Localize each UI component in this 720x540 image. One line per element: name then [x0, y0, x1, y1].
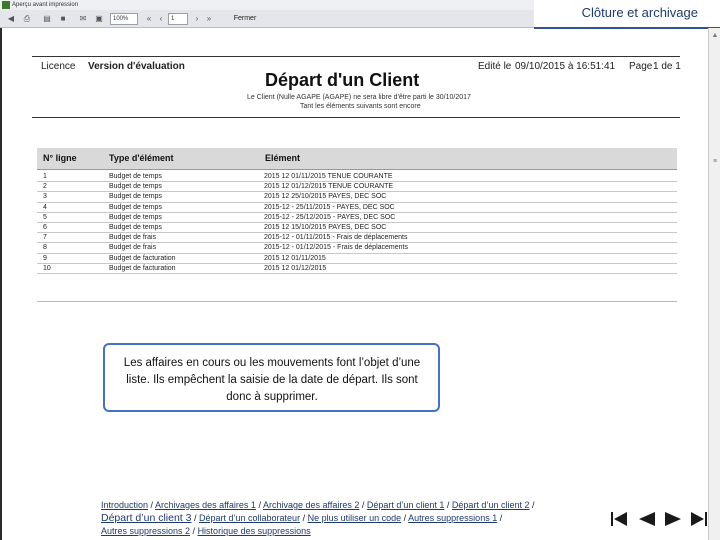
vertical-scrollbar[interactable]: ▲ ≡	[708, 28, 720, 540]
table-row: 9 Budget de facturation 2015 12 01/11/2015	[37, 254, 677, 264]
row-type: Budget de frais	[109, 234, 157, 242]
link-depart-client-1[interactable]: Départ d’un client 1	[367, 500, 445, 510]
row-number: 8	[43, 244, 47, 252]
tutorial-navigation-links: Introduction / Archivages des affaires 1…	[101, 500, 535, 536]
row-element: 2015 12 01/11/2015 TENUE COURANTE	[264, 173, 393, 180]
first-page-button-icon[interactable]: «	[144, 13, 154, 25]
skip-last-icon[interactable]	[690, 511, 708, 527]
row-number: 1	[43, 173, 47, 180]
zoom-select[interactable]: 100%	[110, 13, 138, 25]
row-type: Budget de temps	[109, 213, 162, 221]
link-depart-collaborateur[interactable]: Départ d’un collaborateur	[199, 513, 300, 523]
table-body: 1 Budget de temps 2015 12 01/11/2015 TENUE…	[37, 172, 677, 274]
page-value: 1 de 1	[653, 61, 681, 72]
row-type: Budget de temps	[109, 193, 162, 201]
row-number: 3	[43, 193, 47, 201]
table-header: N° ligne Type d'élément Elément	[37, 148, 677, 170]
row-number: 9	[43, 254, 47, 262]
row-element: 2015-12 - 25/11/2015 - PAYES, DEC SOC	[264, 203, 395, 211]
preview-window-title-bar: Aperçu avant impression	[0, 0, 534, 10]
previous-icon[interactable]	[638, 511, 656, 527]
row-number: 5	[43, 213, 47, 221]
row-element: 2015 12 25/10/2015 PAYES, DEC SOC	[264, 193, 387, 201]
link-ne-plus-utiliser-code[interactable]: Ne plus utiliser un code	[308, 513, 402, 523]
previous-page-button-icon[interactable]: ‹	[156, 13, 166, 25]
slide: Aperçu avant impression ◀ ⎙ ▤ ■ ✉ ▣ 100%…	[0, 0, 720, 540]
preview-window-title: Aperçu avant impression	[12, 2, 79, 8]
table-row: 3 Budget de temps 2015 12 25/10/2015 PAYES…	[37, 192, 677, 203]
column-header-element-type: Type d'élément	[109, 153, 174, 163]
column-header-line-number: N° ligne	[43, 153, 77, 163]
row-element: 2015 12 01/12/2015 TENUE COURANTE	[264, 183, 394, 191]
table-bottom-rule	[37, 301, 677, 302]
image-icon[interactable]: ▣	[92, 13, 106, 25]
page-number-input[interactable]: 1	[168, 13, 188, 25]
license-value: Version d'évaluation	[88, 61, 185, 72]
table-row: 6 Budget de temps 2015 12 15/10/2015 PAYES…	[37, 223, 677, 234]
slide-navigation	[610, 511, 710, 527]
row-type: Budget de temps	[109, 223, 162, 231]
link-historique-suppressions[interactable]: Historique des suppressions	[198, 526, 311, 536]
table-row: 8 Budget de frais 2015-12 - 01/12/2015 - F…	[37, 243, 677, 254]
report-title: Départ d'un Client	[265, 70, 420, 90]
table-row: 10 Budget de facturation 2015 12 01/12/201…	[37, 264, 677, 274]
link-archivage-affaires-2[interactable]: Archivage des affaires 2	[263, 500, 359, 510]
row-number: 10	[43, 264, 51, 272]
link-depart-client-3[interactable]: Départ d’un client 3	[101, 512, 191, 524]
row-number: 4	[43, 203, 47, 211]
edited-value: 09/10/2015 à 16:51:41	[515, 61, 616, 72]
section-title: Clôture et archivage	[581, 5, 698, 20]
callout-text: Les affaires en cours ou les mouvements …	[123, 357, 421, 403]
preview-toolbar: ◀ ⎙ ▤ ■ ✉ ▣ 100% « ‹ 1 › » Fermer	[0, 10, 534, 28]
page-header-rule	[32, 117, 680, 118]
row-number: 7	[43, 234, 47, 242]
scroll-thumb-icon[interactable]: ≡	[711, 158, 719, 166]
report-subtitle-line2: Tant les éléments suivants sont encore	[300, 103, 421, 110]
row-element: 2015-12 - 25/12/2015 - PAYES, DEC SOC	[264, 213, 396, 221]
row-type: Budget de temps	[109, 183, 162, 191]
table-row: 5 Budget de temps 2015-12 - 25/12/2015 - P…	[37, 213, 677, 223]
row-element: 2015 12 15/10/2015 PAYES, DEC SOC	[264, 223, 387, 231]
report-subtitle-line1: Le Client (Nulle AGAPE (AGAPE) ne sera l…	[247, 94, 471, 101]
link-introduction[interactable]: Introduction	[101, 500, 148, 510]
export-icon[interactable]: ▤	[40, 13, 54, 25]
table-row: 1 Budget de temps 2015 12 01/11/2015 TENUE…	[37, 172, 677, 183]
column-header-element: Elément	[265, 153, 301, 163]
row-number: 6	[43, 223, 47, 231]
table-row: 7 Budget de frais 2015-12 - 01/11/2015 - F…	[37, 233, 677, 244]
license-label: Licence	[41, 61, 76, 72]
table-row: 4 Budget de temps 2015-12 - 25/11/2015 - P…	[37, 203, 677, 213]
print-icon[interactable]: ⎙	[20, 13, 34, 25]
row-number: 2	[43, 183, 47, 191]
scroll-up-icon[interactable]: ▲	[711, 32, 719, 40]
skip-first-icon[interactable]	[610, 511, 628, 527]
next-icon[interactable]	[664, 511, 682, 527]
pdf-icon[interactable]: ■	[56, 13, 70, 25]
link-depart-client-2[interactable]: Départ d’un client 2	[452, 500, 530, 510]
page-label: Page	[629, 61, 653, 72]
link-autres-suppressions-1[interactable]: Autres suppressions 1	[408, 513, 497, 523]
row-element: 2015-12 - 01/11/2015 - Frais de déplacem…	[264, 234, 408, 242]
row-type: Budget de temps	[109, 173, 162, 180]
row-element: 2015-12 - 01/12/2015 - Frais de déplacem…	[264, 244, 408, 252]
table-row: 2 Budget de temps 2015 12 01/12/2015 TENUE…	[37, 182, 677, 193]
explanation-callout: Les affaires en cours ou les mouvements …	[103, 343, 440, 412]
mail-icon[interactable]: ✉	[76, 13, 90, 25]
row-type: Budget de frais	[109, 244, 157, 252]
link-autres-suppressions-2[interactable]: Autres suppressions 2	[101, 526, 190, 536]
row-element: 2015 12 01/11/2015	[264, 254, 326, 262]
close-preview-button[interactable]: Fermer	[230, 13, 260, 25]
next-page-button-icon[interactable]: ›	[192, 13, 202, 25]
app-icon	[2, 1, 10, 9]
row-type: Budget de facturation	[109, 254, 176, 262]
edited-label: Edité le	[478, 61, 512, 72]
first-page-icon[interactable]: ◀	[4, 13, 18, 25]
row-type: Budget de temps	[109, 203, 162, 211]
page-top-rule	[32, 56, 680, 57]
last-page-button-icon[interactable]: »	[204, 13, 214, 25]
link-archivages-affaires-1[interactable]: Archivages des affaires 1	[155, 500, 256, 510]
row-element: 2015 12 01/12/2015	[264, 264, 327, 272]
row-type: Budget de facturation	[109, 264, 176, 272]
